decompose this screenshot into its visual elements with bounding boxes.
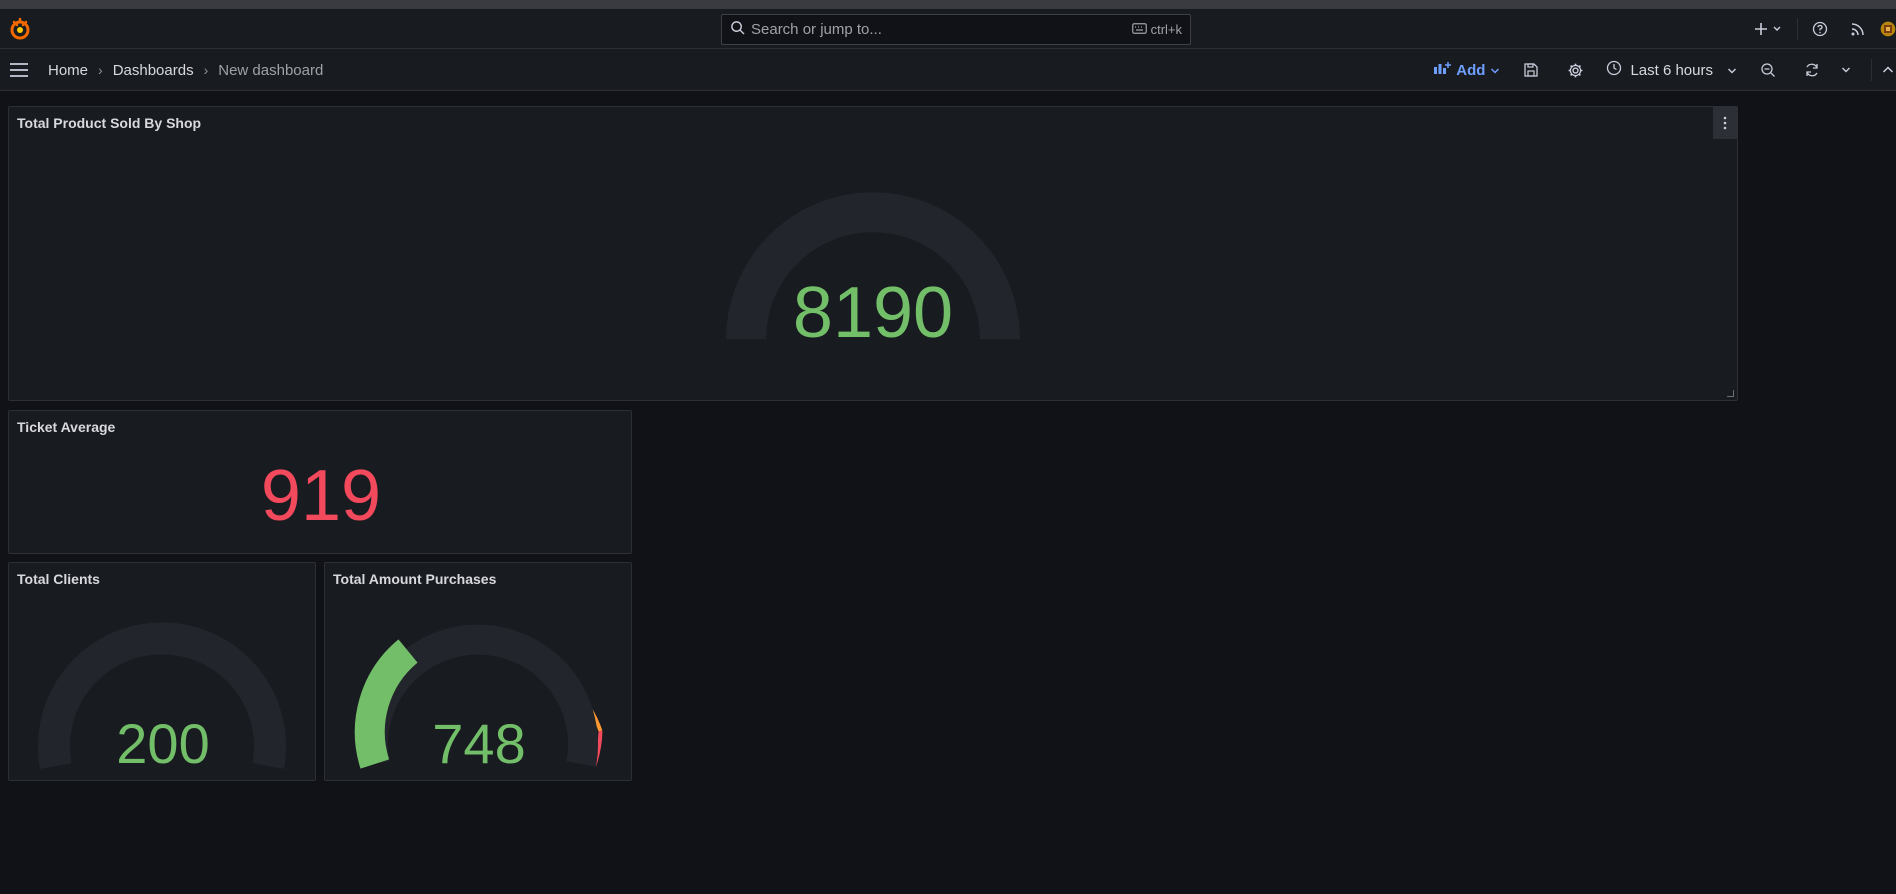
panel-total-clients[interactable]: Total Clients 200: [8, 562, 316, 781]
resize-handle[interactable]: [1727, 390, 1734, 397]
chevron-right-icon: ›: [203, 62, 209, 78]
gauge-value: 748: [432, 712, 526, 775]
panel-total-product-sold[interactable]: Total Product Sold By Shop 8190: [8, 106, 1738, 401]
refresh-interval-chevron-down-icon[interactable]: [1833, 57, 1859, 83]
top-bar: Search or jump to... ctrl+k: [0, 9, 1896, 49]
settings-gear-icon[interactable]: [1562, 57, 1588, 83]
panel-title: Ticket Average: [17, 419, 116, 435]
gauge-chart: [726, 192, 1020, 340]
news-rss-icon[interactable]: [1846, 17, 1870, 41]
search-shortcut-label: ctrl+k: [1150, 22, 1182, 37]
save-icon[interactable]: [1518, 57, 1544, 83]
add-button-label: Add: [1456, 61, 1486, 79]
search-bar[interactable]: Search or jump to... ctrl+k: [721, 14, 1191, 45]
breadcrumb-dashboards[interactable]: Dashboards: [113, 62, 194, 79]
time-range-label: Last 6 hours: [1630, 61, 1713, 79]
help-icon[interactable]: [1808, 17, 1832, 41]
chevron-down-icon: [1727, 62, 1737, 79]
time-range-picker[interactable]: Last 6 hours: [1606, 60, 1737, 80]
new-plus-icon[interactable]: [1751, 17, 1787, 41]
top-bar-actions: [1751, 9, 1896, 49]
search-shortcut: ctrl+k: [1131, 22, 1182, 37]
chevron-right-icon: ›: [98, 62, 103, 78]
gauge-value: 8190: [792, 273, 954, 353]
browser-chrome-strip: [0, 0, 1896, 9]
dashboard-nav-bar: Home › Dashboards › New dashboard Add La…: [0, 49, 1896, 91]
keyboard-icon: [1131, 22, 1147, 37]
add-button[interactable]: Add: [1433, 61, 1500, 79]
add-panel-icon: [1433, 61, 1452, 79]
breadcrumb-home[interactable]: Home: [48, 62, 88, 79]
divider: [1797, 18, 1798, 40]
breadcrumb-current: New dashboard: [218, 61, 324, 79]
search-icon: [730, 20, 745, 40]
stat-value: 919: [260, 456, 382, 536]
user-avatar[interactable]: [1880, 17, 1896, 41]
clock-icon: [1606, 60, 1622, 80]
grafana-logo-icon[interactable]: [8, 17, 32, 41]
refresh-icon[interactable]: [1799, 57, 1825, 83]
breadcrumb: Home › Dashboards › New dashboard: [48, 49, 323, 91]
chevron-down-icon: [1490, 62, 1500, 79]
menu-toggle-icon[interactable]: [8, 59, 32, 81]
panel-total-amount-purchases[interactable]: Total Amount Purchases 748: [324, 562, 632, 781]
gauge-value: 200: [116, 712, 210, 775]
panel-ticket-average[interactable]: Ticket Average 919: [8, 410, 632, 554]
divider: [1871, 59, 1872, 81]
search-placeholder: Search or jump to...: [751, 21, 882, 38]
collapse-chevron-up-icon[interactable]: [1880, 57, 1896, 83]
dashboard-toolbar: Add Last 6 hours: [1433, 49, 1896, 91]
zoom-out-icon[interactable]: [1755, 57, 1781, 83]
